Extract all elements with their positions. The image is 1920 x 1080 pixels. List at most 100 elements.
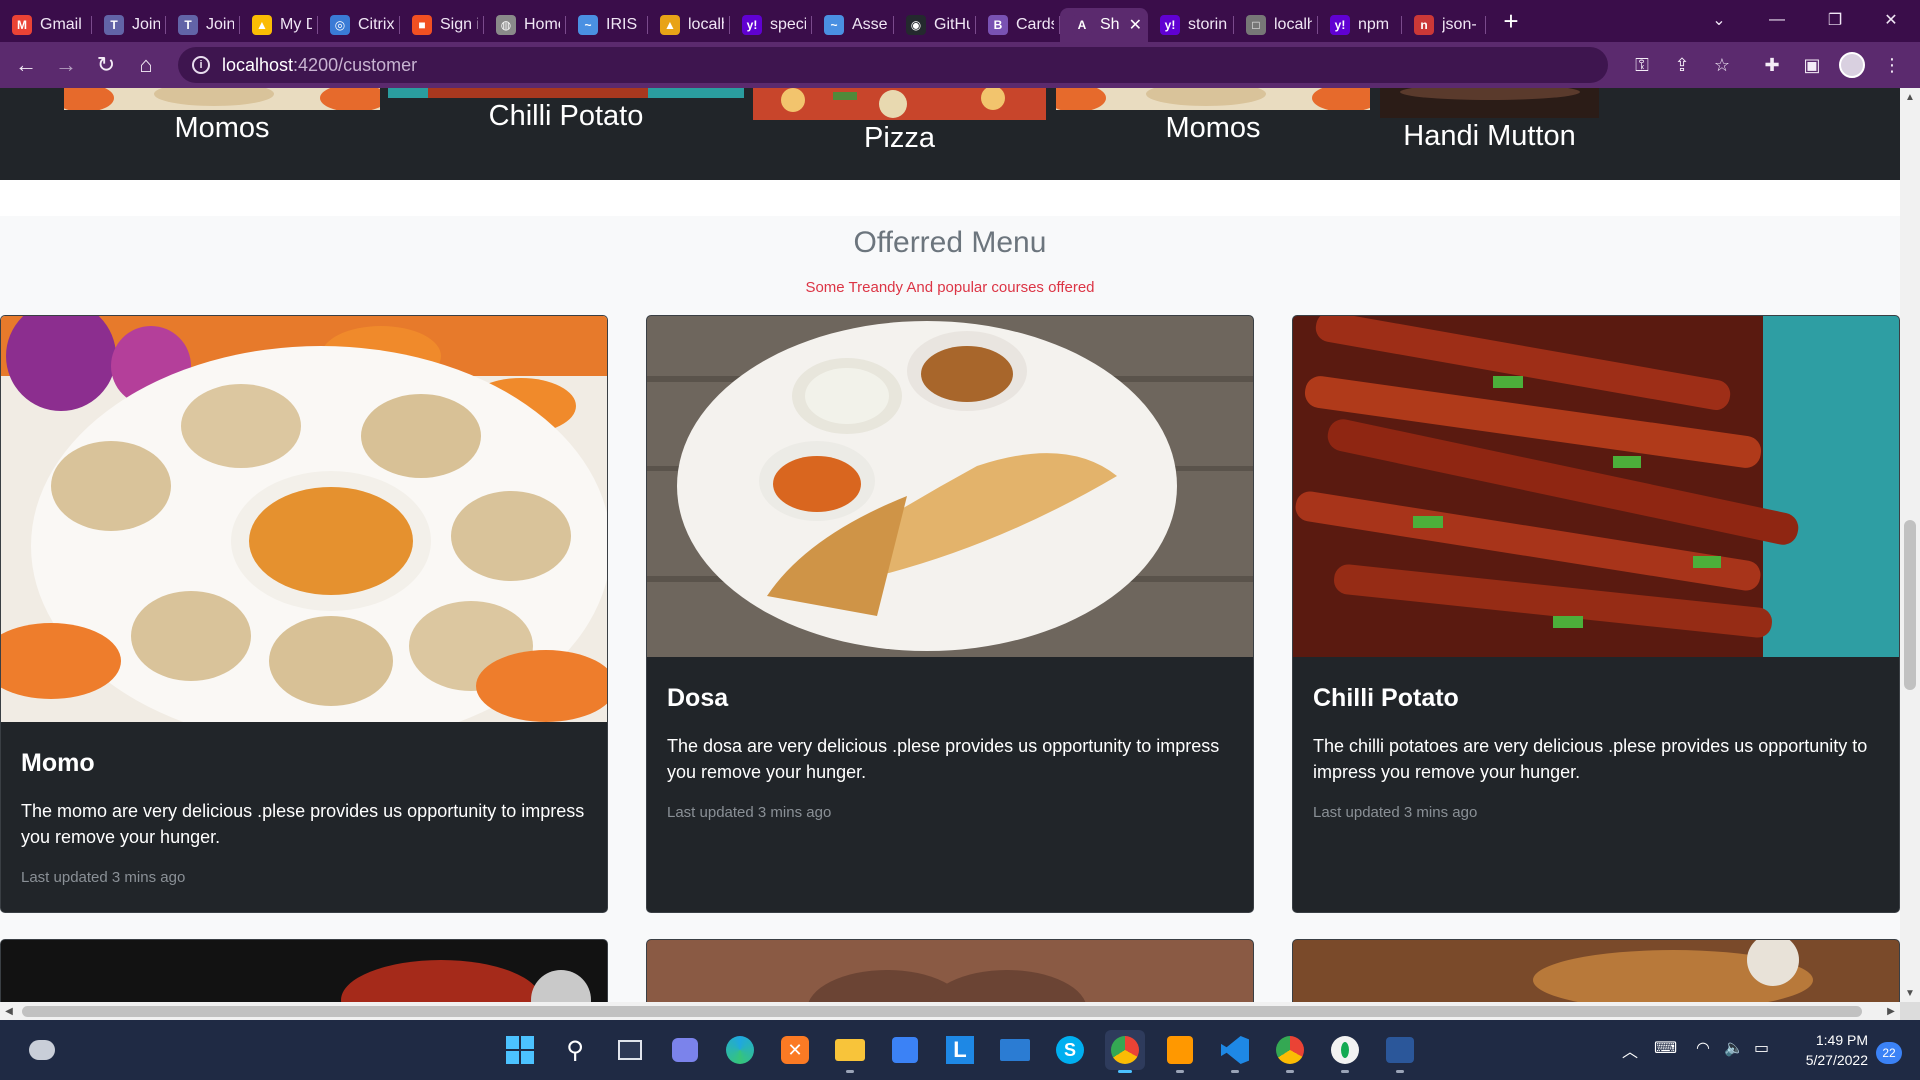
carousel-item-momos[interactable]: Momos xyxy=(64,88,380,180)
scroll-right-arrow-icon[interactable]: ▶ xyxy=(1882,1002,1900,1020)
tab-label: Sign i xyxy=(440,16,478,33)
url-host: localhost xyxy=(222,54,294,75)
browser-tab[interactable]: n json- xyxy=(1402,8,1486,42)
browser-menu-icon[interactable]: ⋮ xyxy=(1876,49,1908,81)
horizontal-scroll-thumb[interactable] xyxy=(22,1006,1862,1017)
sublime-text-icon[interactable] xyxy=(1160,1030,1200,1073)
url-path: :4200/customer xyxy=(293,54,418,75)
home-button[interactable]: ⌂ xyxy=(126,45,166,85)
tab-search-icon[interactable]: ⌄ xyxy=(1690,0,1748,40)
scroll-down-arrow-icon[interactable]: ▼ xyxy=(1900,984,1920,1002)
carousel-item-momos-2[interactable]: Momos xyxy=(1056,88,1370,180)
new-tab-button[interactable]: + xyxy=(1494,4,1528,38)
horizontal-scrollbar[interactable]: ◀ ▶ xyxy=(0,1002,1900,1020)
address-bar[interactable]: i localhost :4200/customer xyxy=(178,47,1608,83)
teams-icon: T xyxy=(178,15,198,35)
browser-tab[interactable]: y! npm xyxy=(1318,8,1402,42)
browser-tab[interactable]: ~ Asses xyxy=(812,8,894,42)
browser-tab[interactable]: B Cards xyxy=(976,8,1060,42)
close-window-button[interactable]: ✕ xyxy=(1862,0,1920,40)
browser-tab[interactable]: T Join c xyxy=(92,8,166,42)
globe-icon: ◍ xyxy=(496,15,516,35)
browser-tab[interactable]: ~ IRIS | xyxy=(566,8,648,42)
file-explorer-icon[interactable] xyxy=(830,1030,870,1073)
menu-card-chilli-potato[interactable]: Chilli Potato The chilli potatoes are ve… xyxy=(1292,315,1900,913)
task-view-icon[interactable] xyxy=(610,1030,650,1070)
mail-icon[interactable] xyxy=(995,1030,1035,1070)
vscode-icon[interactable] xyxy=(1215,1030,1255,1073)
close-tab-icon[interactable]: ✕ xyxy=(1129,15,1142,35)
start-button[interactable] xyxy=(500,1030,540,1070)
show-hidden-icons-icon[interactable]: ︿ xyxy=(1622,1038,1638,1062)
microsoft-store-icon[interactable] xyxy=(885,1030,925,1070)
skype-icon[interactable]: S xyxy=(1050,1030,1090,1070)
bookmark-star-icon[interactable]: ☆ xyxy=(1706,49,1738,81)
search-icon[interactable]: ⚲ xyxy=(555,1030,595,1070)
menu-card-next-1[interactable] xyxy=(0,939,608,1002)
browser-tab[interactable]: y! storin xyxy=(1148,8,1234,42)
vertical-scrollbar[interactable]: ▲ ▼ xyxy=(1900,88,1920,1002)
assess-icon: ~ xyxy=(824,15,844,35)
menu-card-dosa[interactable]: Dosa The dosa are very delicious .plese … xyxy=(646,315,1254,913)
word-app-icon[interactable] xyxy=(1380,1030,1420,1073)
browser-tab[interactable]: ◍ Home xyxy=(484,8,566,42)
teams-chat-icon[interactable] xyxy=(665,1030,705,1070)
password-key-icon[interactable]: ⚿ xyxy=(1626,49,1658,81)
carousel-item-pizza[interactable]: Pizza xyxy=(753,88,1046,180)
extensions-icon[interactable]: ✚ xyxy=(1756,49,1788,81)
tab-label: Gmail xyxy=(40,16,82,33)
browser-tab[interactable]: ▲ My D xyxy=(240,8,318,42)
keyboard-icon[interactable]: ⌨ xyxy=(1654,1038,1677,1058)
menu-card-next-2[interactable] xyxy=(646,939,1254,1002)
browser-tab[interactable]: ■ Sign i xyxy=(400,8,484,42)
side-panel-icon[interactable]: ▣ xyxy=(1796,49,1828,81)
reload-button[interactable]: ↻ xyxy=(86,45,126,85)
forward-button[interactable]: → xyxy=(46,45,86,85)
volume-icon[interactable]: 🔈 xyxy=(1724,1038,1744,1058)
browser-tab[interactable]: A Sh ✕ xyxy=(1060,8,1148,42)
share-icon[interactable]: ⇪ xyxy=(1666,49,1698,81)
site-info-icon[interactable]: i xyxy=(192,56,210,74)
carousel-item-handi-mutton[interactable]: Handi Mutton xyxy=(1380,88,1599,180)
gmail-icon: M xyxy=(12,15,32,35)
mongodb-compass-icon[interactable] xyxy=(1325,1030,1365,1073)
carousel-item-chilli-potato[interactable]: Chilli Potato xyxy=(388,88,744,180)
back-button[interactable]: ← xyxy=(6,45,46,85)
tab-label: json- xyxy=(1442,16,1477,33)
browser-tab[interactable]: ◉ GitHu xyxy=(894,8,976,42)
yahoo-icon: y! xyxy=(1160,15,1180,35)
battery-icon[interactable]: ▭ xyxy=(1754,1038,1769,1058)
angular-icon: A xyxy=(1072,15,1092,35)
browser-tab[interactable]: M Gmail xyxy=(0,8,92,42)
chrome-icon[interactable] xyxy=(1270,1030,1310,1073)
card-title: Momo xyxy=(21,749,95,777)
launcher-l-icon[interactable]: L xyxy=(940,1030,980,1070)
restore-button[interactable]: ❐ xyxy=(1806,0,1864,40)
chrome-profile-icon[interactable] xyxy=(1105,1030,1145,1073)
edge-browser-icon[interactable] xyxy=(720,1030,760,1070)
scroll-up-arrow-icon[interactable]: ▲ xyxy=(1900,88,1920,106)
browser-tab[interactable]: y! specia xyxy=(730,8,812,42)
scrollbar-corner xyxy=(1900,1002,1920,1020)
minimize-button[interactable]: — xyxy=(1748,0,1806,40)
browser-tab[interactable]: T Join c xyxy=(166,8,240,42)
menu-card-momo[interactable]: Momo The momo are very delicious .plese … xyxy=(0,315,608,913)
tab-label: Cards xyxy=(1016,16,1054,33)
scroll-left-arrow-icon[interactable]: ◀ xyxy=(0,1002,18,1020)
clock-time: 1:49 PM xyxy=(1815,1032,1868,1048)
browser-tab[interactable]: ◎ Citrix xyxy=(318,8,400,42)
tab-label: Sh xyxy=(1100,16,1119,33)
handi-mutton-thumbnail xyxy=(1380,88,1599,118)
notification-badge[interactable]: 22 xyxy=(1876,1042,1902,1064)
menu-card-next-3[interactable] xyxy=(1292,939,1900,1002)
browser-tab[interactable]: □ localh xyxy=(1234,8,1318,42)
pizza-thumbnail xyxy=(753,88,1046,120)
xampp-icon[interactable]: ✕ xyxy=(775,1030,815,1070)
browser-tab[interactable]: ▲ localh xyxy=(648,8,730,42)
weather-icon[interactable] xyxy=(22,1030,62,1070)
dosa-image xyxy=(647,316,1253,657)
profile-avatar[interactable] xyxy=(1836,49,1868,81)
wifi-icon[interactable]: ◠ xyxy=(1696,1038,1710,1058)
system-clock[interactable]: 1:49 PM 5/27/2022 xyxy=(1790,1030,1868,1070)
vertical-scroll-thumb[interactable] xyxy=(1904,520,1916,690)
